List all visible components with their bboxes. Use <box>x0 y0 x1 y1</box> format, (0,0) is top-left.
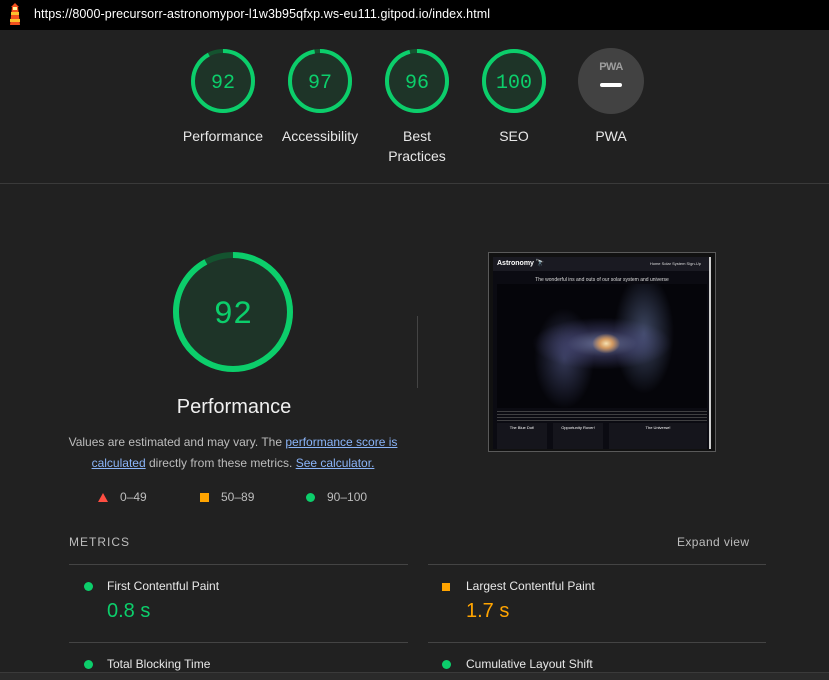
performance-gauge-large: 92 <box>173 252 293 372</box>
circle-icon <box>306 492 315 502</box>
performance-description: Values are estimated and may vary. The p… <box>66 432 400 474</box>
metric-title: Cumulative Layout Shift <box>466 657 593 671</box>
lighthouse-icon <box>10 3 20 25</box>
screenshot-card: Opportunity Rover! <box>553 423 603 449</box>
screenshot-card: The Blue Dot! <box>497 423 547 449</box>
pass-icon <box>84 660 93 669</box>
metric-value: 1.7 s <box>466 600 510 622</box>
pass-icon <box>442 660 451 669</box>
legend-fail: 0–49 <box>98 490 147 504</box>
gauge-accessibility[interactable]: 97 Accessibility <box>270 48 370 146</box>
metric-value: 0.8 s <box>107 600 151 622</box>
legend-pass-label: 90–100 <box>327 490 368 504</box>
final-screenshot[interactable]: Astronomy 🔭 Home Solar System Sign-Up Th… <box>488 252 716 452</box>
screenshot-card: The Universe! <box>609 423 707 449</box>
screenshot-brand: Astronomy 🔭 <box>497 260 545 267</box>
screenshot-page: Astronomy 🔭 Home Solar System Sign-Up Th… <box>493 257 711 449</box>
legend-pass: 90–100 <box>306 490 367 504</box>
bottom-bar <box>0 672 829 680</box>
pwa-dash-icon <box>600 83 622 87</box>
pass-icon <box>84 582 93 591</box>
gauge-pwa[interactable]: PWA PWA <box>561 48 661 146</box>
metric-title: Largest Contentful Paint <box>466 579 595 593</box>
average-icon <box>442 583 450 591</box>
metrics-header: METRICS <box>69 535 130 549</box>
category-gauges: 92 Performance 97 Accessibility 96 Best … <box>0 30 829 184</box>
gauge-label: SEO <box>499 128 529 144</box>
triangle-icon <box>98 492 108 502</box>
expand-view-toggle[interactable]: Expand view <box>677 535 749 549</box>
gauge-label: Best Practices <box>367 126 467 166</box>
divider <box>417 316 418 388</box>
pwa-badge-text: PWA <box>599 61 623 73</box>
report-url-bar: https://8000-precursorr-astronomypor-l1w… <box>0 0 829 30</box>
screenshot-nav: Home Solar System Sign-Up <box>649 261 701 266</box>
desc-text: Values are estimated and may vary. The <box>68 435 286 449</box>
gauge-label: Performance <box>182 128 264 144</box>
divider <box>428 642 766 643</box>
gauge-label: Accessibility <box>281 128 359 144</box>
gauge-label: PWA <box>595 128 627 144</box>
gauge-label-line2: Practices <box>388 148 446 164</box>
desc-text: directly from these metrics. <box>145 456 296 470</box>
metric-title: First Contentful Paint <box>107 579 220 593</box>
performance-score: 92 <box>214 296 252 333</box>
performance-title: Performance <box>176 396 292 418</box>
screenshot-scrollbar <box>709 257 711 449</box>
square-icon <box>200 492 209 502</box>
legend-average: 50–89 <box>200 490 254 504</box>
gauge-seo[interactable]: 100 SEO <box>464 48 564 146</box>
legend-average-label: 50–89 <box>221 490 255 504</box>
gauge-performance[interactable]: 92 Performance <box>173 48 273 146</box>
page-url[interactable]: https://8000-precursorr-astronomypor-l1w… <box>34 7 490 21</box>
metric-title: Total Blocking Time <box>107 657 211 671</box>
gauge-score: 100 <box>496 72 532 95</box>
pwa-badge: PWA <box>578 48 644 114</box>
gauge-ring: 96 <box>385 49 449 113</box>
divider <box>69 564 408 565</box>
legend-fail-label: 0–49 <box>120 490 147 504</box>
gauge-score: 96 <box>405 72 429 95</box>
gauge-best-practices[interactable]: 96 Best Practices <box>367 48 467 166</box>
screenshot-cards: The Blue Dot! Opportunity Rover! The Uni… <box>497 423 707 449</box>
screenshot-header: Astronomy 🔭 Home Solar System Sign-Up <box>493 257 711 271</box>
gauge-score: 97 <box>308 72 332 95</box>
divider <box>428 564 766 565</box>
gauge-ring: 92 <box>191 49 255 113</box>
gauge-score: 92 <box>211 72 235 95</box>
gauge-label-line1: Best <box>402 128 431 144</box>
gauge-ring: 100 <box>482 49 546 113</box>
screenshot-tagline: The wonderful ins and outs of our solar … <box>535 277 669 283</box>
gauge-ring: 97 <box>288 49 352 113</box>
galaxy-image <box>497 284 707 408</box>
screenshot-paragraph <box>497 411 707 421</box>
see-calculator-link[interactable]: See calculator. <box>296 456 375 470</box>
divider <box>69 642 408 643</box>
